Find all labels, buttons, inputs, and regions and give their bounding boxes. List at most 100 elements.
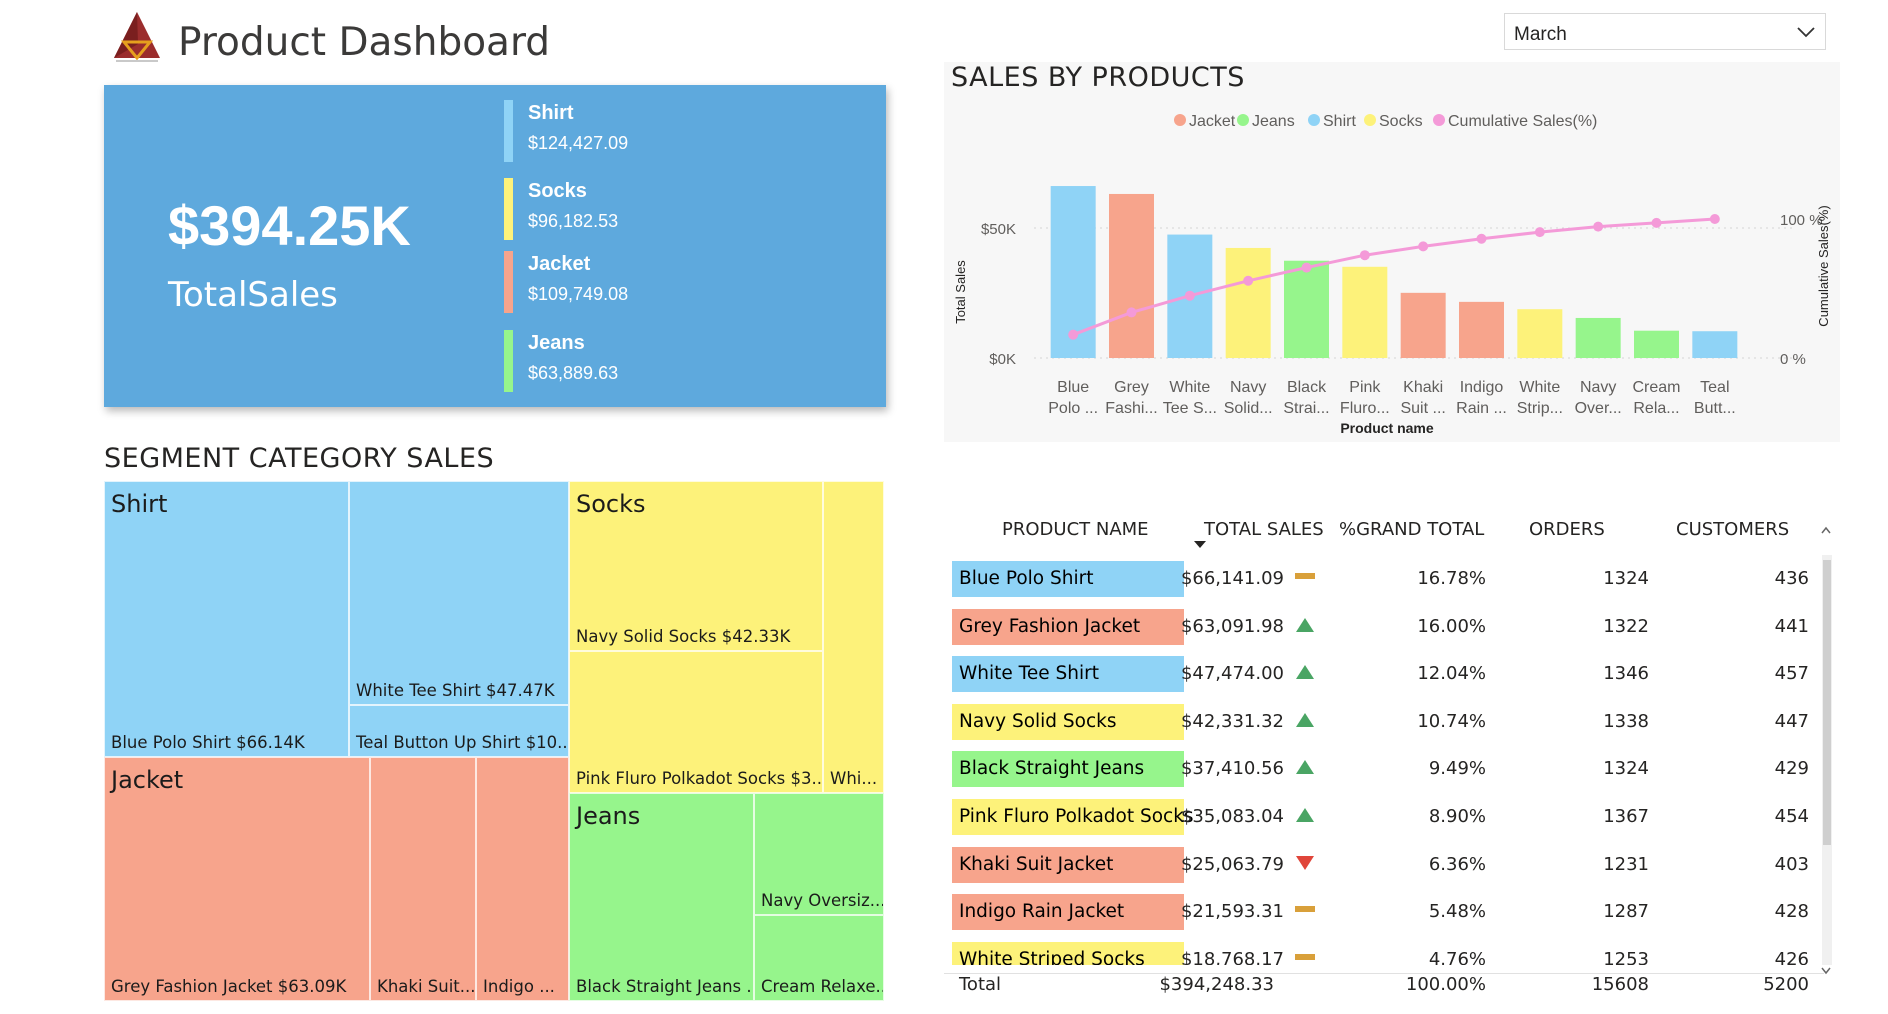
chart-bar (1634, 330, 1679, 358)
table-row[interactable]: Khaki Suit Jacket $25,063.79 6.36% 1231 403 (944, 841, 1824, 889)
x-axis-tick-label: Suit ... (1400, 400, 1445, 417)
grand-total-pct-cell: 6.36% (1428, 853, 1486, 875)
x-axis-tick-label: Grey (1114, 379, 1149, 396)
cumulative-sales-point (1651, 217, 1662, 228)
x-axis-tick-label: Pink (1349, 379, 1381, 396)
x-axis-tick-label: Over... (1575, 400, 1622, 417)
x-axis-tick-label: Fluro... (1340, 400, 1390, 417)
scroll-down-icon[interactable] (1820, 966, 1832, 976)
kpi-item-socks: Socks $96,182.53 (504, 178, 834, 240)
x-axis-tick-label: Rela... (1633, 400, 1679, 417)
orders-cell: 1231 (1603, 853, 1649, 875)
customers-cell: 403 (1774, 853, 1809, 875)
customers-cell: 447 (1774, 710, 1809, 732)
treemap-tile-cream-relaxed-jeans[interactable]: Cream Relaxe... (754, 915, 884, 1001)
table-row[interactable]: Grey Fashion Jacket $63,091.98 16.00% 1322 4… (944, 603, 1824, 651)
total-sales-cell: $21,593.31 (1180, 901, 1284, 923)
column-header-orders[interactable]: ORDERS (1529, 519, 1605, 540)
cumulative-sales-point (1534, 227, 1545, 238)
treemap-tile-label: Indigo ... (483, 977, 555, 996)
chart-bar (1342, 266, 1388, 358)
x-axis-tick-label: Fashi... (1105, 400, 1157, 417)
table-row[interactable]: White Tee Shirt $47,474.00 12.04% 1346 457 (944, 650, 1824, 698)
sales-by-products-chart[interactable]: $0K$50K0 %100 %Total Sales Cumulative Sal… (944, 100, 1840, 445)
chart-bar (1225, 247, 1271, 358)
x-axis-tick-label: Strip... (1517, 400, 1563, 417)
grand-total-pct-cell: 9.49% (1428, 758, 1486, 780)
column-header-grand-total[interactable]: %GRAND TOTAL (1339, 519, 1484, 540)
table-body: Blue Polo Shirt $66,141.09 16.78% 1324 436 Gr… (944, 555, 1824, 965)
treemap-tile-teal-button-up-shirt[interactable]: Teal Button Up Shirt $10.... (349, 705, 569, 757)
trend-up-icon (1296, 617, 1314, 632)
chart-bar (1400, 292, 1446, 358)
total-sales-value: $394.25K (168, 194, 411, 257)
treemap-group-label-shirt: Shirt (111, 490, 168, 518)
legend-label: Shirt (1323, 113, 1356, 130)
orders-cell: 1322 (1603, 615, 1649, 637)
table-row[interactable]: Black Straight Jeans $37,410.56 9.49% 1324 4… (944, 745, 1824, 793)
treemap-tile-navy-oversized-jeans[interactable]: Navy Oversiz... (754, 793, 884, 915)
table-row[interactable]: Navy Solid Socks $42,331.32 10.74% 1338 447 (944, 698, 1824, 746)
customers-cell: 428 (1774, 901, 1809, 923)
customers-cell: 429 (1774, 758, 1809, 780)
treemap-tile-label: White Tee Shirt $47.47K (356, 681, 555, 700)
column-header-total-sales[interactable]: TOTAL SALES (1204, 519, 1324, 540)
segment-category-treemap[interactable]: Shirt Blue Polo Shirt $66.14K White Tee … (104, 481, 884, 1001)
treemap-tile-black-straight-jeans[interactable]: Jeans Black Straight Jeans ... (569, 793, 754, 1001)
month-filter-dropdown[interactable]: March (1504, 13, 1826, 50)
total-sales-cell: $394,248.33 (1159, 974, 1274, 995)
kpi-color-bar (504, 330, 513, 392)
treemap-tile-label: Black Straight Jeans ... (576, 977, 754, 996)
treemap-tile-label: Grey Fashion Jacket $63.09K (111, 977, 347, 996)
treemap-tile-grey-fashion-jacket[interactable]: Jacket Grey Fashion Jacket $63.09K (104, 757, 370, 1001)
x-axis-tick-label: Teal (1700, 379, 1729, 396)
total-sales-label: TotalSales (168, 275, 338, 315)
treemap-tile-blue-polo-shirt[interactable]: Shirt Blue Polo Shirt $66.14K (104, 481, 349, 757)
product-table[interactable]: PRODUCT NAME TOTAL SALES %GRAND TOTAL OR… (944, 505, 1840, 1003)
treemap-tile-navy-solid-socks[interactable]: Socks Navy Solid Socks $42.33K (569, 481, 823, 651)
kpi-item-jeans: Jeans $63,889.63 (504, 330, 834, 392)
table-row[interactable]: Indigo Rain Jacket $21,593.31 5.48% 1287 428 (944, 888, 1824, 936)
legend-label: Cumulative Sales(%) (1448, 113, 1597, 130)
chart-bar (1459, 301, 1504, 358)
treemap-tile-pink-fluro-polkadot-socks[interactable]: Pink Fluro Polkadot Socks $3... (569, 651, 823, 793)
chart-bar (1575, 317, 1621, 358)
total-sales-card[interactable]: $394.25K TotalSales Shirt $124,427.09 So… (104, 85, 886, 407)
treemap-tile-white-tee-shirt[interactable]: White Tee Shirt $47.47K (349, 481, 569, 705)
cumulative-sales-point (1593, 221, 1604, 232)
total-sales-cell: $35,083.04 (1180, 806, 1284, 827)
x-axis-tick-label: Indigo (1460, 379, 1504, 396)
treemap-tile-indigo-rain-jacket[interactable]: Indigo ... (476, 757, 569, 1001)
y-axis-tick-label: $0K (989, 351, 1016, 368)
table-total-row: Total $394,248.33 100.00% 15608 5200 (944, 973, 1824, 1000)
treemap-tile-label: Blue Polo Shirt $66.14K (111, 733, 305, 752)
trend-up-icon (1296, 712, 1314, 727)
orders-cell: 1324 (1603, 568, 1649, 589)
table-row[interactable]: Pink Fluro Polkadot Socks $35,083.04 8.90%… (944, 793, 1824, 841)
sort-descending-icon (1194, 541, 1206, 548)
kpi-item-name: Jeans (528, 332, 585, 354)
kpi-color-bar (504, 100, 513, 162)
treemap-tile-khaki-suit-jacket[interactable]: Khaki Suit... (370, 757, 476, 1001)
scroll-up-icon[interactable] (1820, 525, 1832, 535)
column-header-product-name[interactable]: PRODUCT NAME (1002, 519, 1149, 540)
total-pct-cell: 100.00% (1405, 974, 1486, 995)
table-row[interactable]: Blue Polo Shirt $66,141.09 16.78% 1324 436 (944, 555, 1824, 603)
x-axis-tick-label: Black (1287, 379, 1327, 396)
total-sales-cell: $47,474.00 (1180, 663, 1284, 685)
page-title: Product Dashboard (178, 20, 551, 65)
cumulative-sales-point (1126, 307, 1137, 318)
legend-marker (1308, 114, 1320, 126)
table-row[interactable]: White Striped Socks $18,768.17 4.76% 1253 42… (944, 936, 1824, 965)
legend-marker (1237, 114, 1249, 126)
cumulative-sales-point (1709, 214, 1720, 224)
column-header-customers[interactable]: CUSTOMERS (1676, 519, 1789, 540)
x-axis-tick-label: Butt... (1694, 400, 1736, 417)
treemap-tile-white-striped-socks[interactable]: Whi... (823, 481, 884, 793)
orders-cell: 1253 (1603, 948, 1649, 965)
x-axis-tick-label: Strai... (1283, 400, 1329, 417)
trend-flat-icon (1295, 573, 1315, 579)
table-scrollbar-thumb[interactable] (1823, 560, 1831, 845)
x-axis-tick-label: Solid... (1224, 400, 1273, 417)
total-sales-cell: $25,063.79 (1180, 853, 1284, 875)
